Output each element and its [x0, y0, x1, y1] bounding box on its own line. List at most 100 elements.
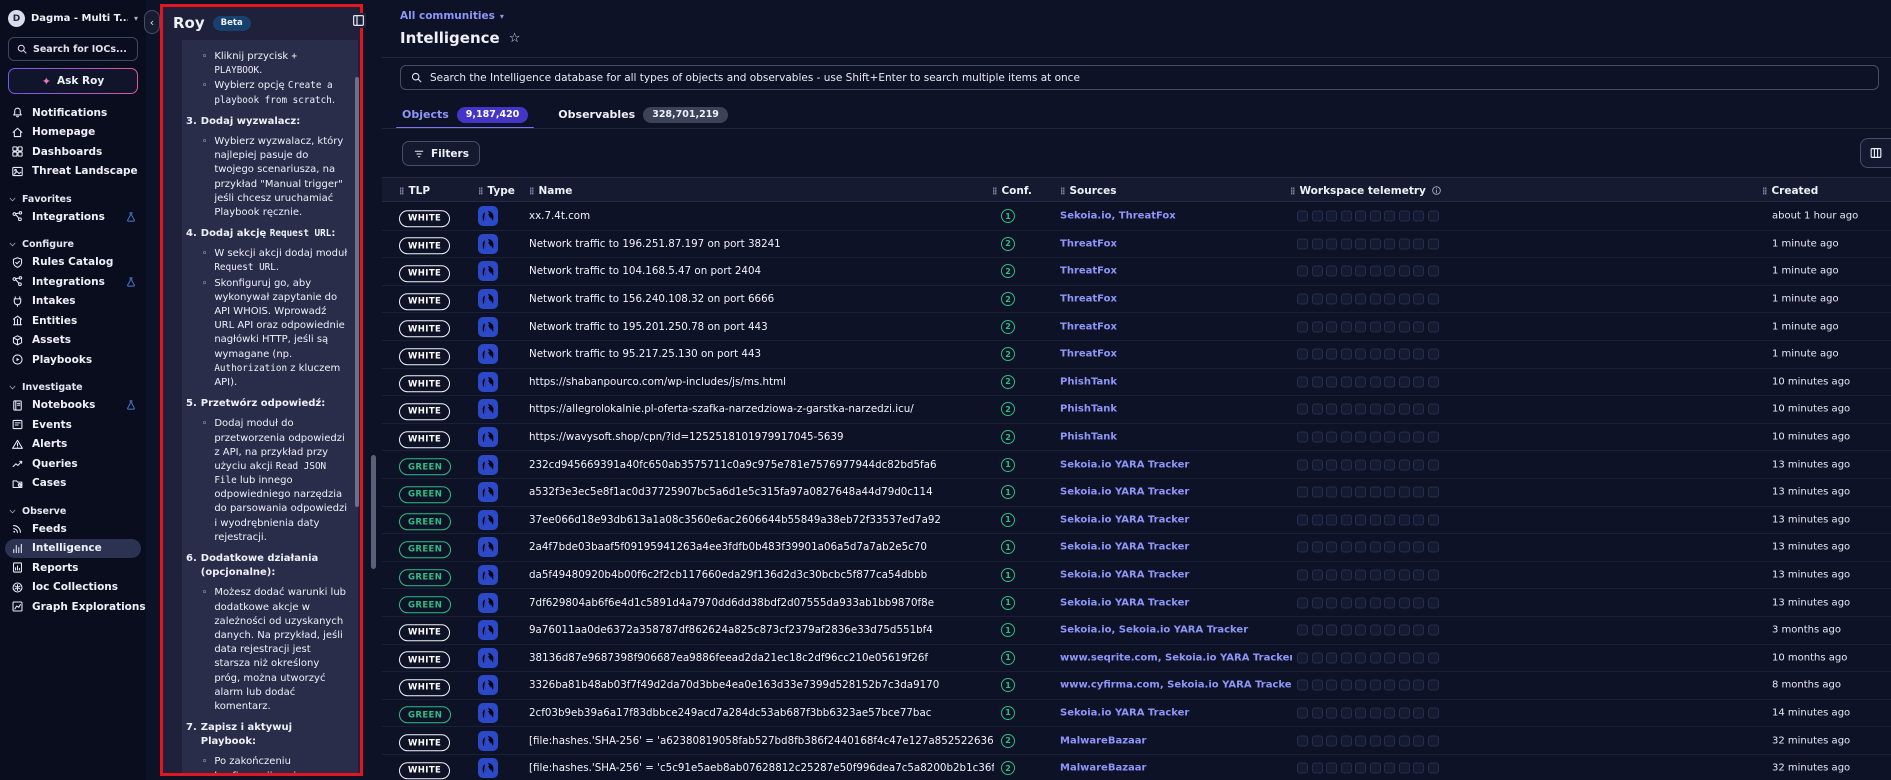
table-row[interactable]: WHITE Network traffic to 195.201.250.78 … — [382, 313, 1891, 341]
object-name-link[interactable]: [file:hashes.'SHA-256' = 'a62380819058fa… — [529, 735, 994, 747]
drag-handle-icon[interactable]: ⣿ — [992, 187, 996, 195]
table-row[interactable]: GREEN 7df629804ab6f6e4d1c5891d4a7970dd6d… — [382, 589, 1891, 617]
sidebar-item-homepage[interactable]: Homepage — [0, 123, 146, 143]
drag-handle-icon[interactable]: ⣿ — [1060, 187, 1064, 195]
sources-links[interactable]: Sekoia.io, Sekoia.io YARA Tracker — [1060, 625, 1292, 636]
sidebar-item-cases[interactable]: Cases — [0, 474, 146, 494]
roy-message-body[interactable]: ◦Kliknij przycisk + PLAYBOOK.◦Wybierz op… — [182, 40, 358, 773]
object-name-link[interactable]: Network traffic to 95.217.25.130 on port… — [529, 348, 994, 360]
sidebar-section-investigate[interactable]: Investigate — [0, 380, 146, 396]
sidebar-item-events[interactable]: Events — [0, 415, 146, 435]
filters-button[interactable]: Filters — [402, 141, 480, 166]
sources-links[interactable]: Sekoia.io YARA Tracker — [1060, 542, 1292, 553]
drag-handle-icon[interactable]: ⣿ — [1762, 187, 1766, 195]
column-header-tlp[interactable]: ⣿TLP — [399, 178, 430, 203]
sidebar-item-intakes[interactable]: Intakes — [0, 292, 146, 312]
sidebar-section-favorites[interactable]: Favorites — [0, 191, 146, 207]
object-name-link[interactable]: Network traffic to 196.251.87.197 on por… — [529, 238, 994, 250]
sources-links[interactable]: www.cyfirma.com, Sekoia.io YARA Tracker — [1060, 680, 1292, 691]
drag-handle-icon[interactable]: ⣿ — [478, 187, 482, 195]
table-row[interactable]: WHITE Network traffic to 95.217.25.130 o… — [382, 341, 1891, 369]
sources-links[interactable]: PhishTank — [1060, 404, 1292, 415]
sidebar-item-integrations[interactable]: Integrations — [0, 207, 146, 227]
sidebar-item-assets[interactable]: Assets — [0, 331, 146, 351]
sources-links[interactable]: Sekoia.io YARA Tracker — [1060, 570, 1292, 581]
object-name-link[interactable]: a532f3e3ec5e8f1ac0d37725907bc5a6d1e5c315… — [529, 486, 994, 498]
object-name-link[interactable]: da5f49480920b4b00f6c2f2cb117660eda29f136… — [529, 569, 994, 581]
table-row[interactable]: WHITE https://shabanpourco.com/wp-includ… — [382, 369, 1891, 397]
sources-links[interactable]: Sekoia.io YARA Tracker — [1060, 487, 1292, 498]
tab-observables[interactable]: Observables 328,701,219 — [556, 101, 730, 128]
drag-handle-icon[interactable]: ⣿ — [1290, 187, 1294, 195]
sources-links[interactable]: PhishTank — [1060, 432, 1292, 443]
sidebar-item-notebooks[interactable]: Notebooks — [0, 396, 146, 416]
column-header-name[interactable]: ⣿Name — [529, 178, 572, 203]
table-row[interactable]: GREEN da5f49480920b4b00f6c2f2cb117660eda… — [382, 562, 1891, 590]
object-name-link[interactable]: 2a4f7bde03baaf5f09195941263a4ee3fdfb0b48… — [529, 541, 994, 553]
drag-handle-icon[interactable]: ⣿ — [529, 187, 533, 195]
table-row[interactable]: GREEN 2cf03b9eb39a6a17f83dbbce249acd7a28… — [382, 700, 1891, 728]
intelligence-search-input[interactable]: Search the Intelligence database for all… — [400, 65, 1879, 90]
flask-icon[interactable] — [125, 276, 137, 288]
object-name-link[interactable]: Network traffic to 195.201.250.78 on por… — [529, 321, 994, 333]
sidebar-item-entities[interactable]: Entities — [0, 311, 146, 331]
sources-links[interactable]: ThreatFox — [1060, 294, 1292, 305]
sidebar-item-graph-explorations[interactable]: Graph Explorations — [0, 597, 146, 617]
sidebar-item-threat-landscape[interactable]: Threat Landscape — [0, 162, 146, 182]
sources-links[interactable]: Sekoia.io YARA Tracker — [1060, 459, 1292, 470]
sidebar-item-rules-catalog[interactable]: Rules Catalog — [0, 253, 146, 273]
flask-icon[interactable] — [125, 399, 137, 411]
object-name-link[interactable]: https://shabanpourco.com/wp-includes/js/… — [529, 376, 994, 388]
favorite-star-icon[interactable]: ☆ — [509, 31, 521, 46]
sidebar-item-alerts[interactable]: Alerts — [0, 435, 146, 455]
tab-objects[interactable]: Objects 9,187,420 — [400, 101, 530, 128]
object-name-link[interactable]: 7df629804ab6f6e4d1c5891d4a7970dd6dd38bdf… — [529, 597, 994, 609]
sidebar-item-playbooks[interactable]: Playbooks — [0, 350, 146, 370]
column-header-created[interactable]: ⣿Created — [1762, 178, 1818, 203]
object-name-link[interactable]: 37ee066d18e93db613a1a08c3560e6ac2606644b… — [529, 514, 994, 526]
object-name-link[interactable]: 232cd945669391a40fc650ab3575711c0a9c975e… — [529, 459, 994, 471]
sources-links[interactable]: Sekoia.io YARA Tracker — [1060, 597, 1292, 608]
table-row[interactable]: WHITE https://wavysoft.shop/cpn/?id=1252… — [382, 424, 1891, 452]
table-row[interactable]: GREEN 37ee066d18e93db613a1a08c3560e6ac26… — [382, 507, 1891, 535]
object-name-link[interactable]: [file:hashes.'SHA-256' = 'c5c91e5aeb8ab0… — [529, 762, 994, 774]
column-header-conf[interactable]: ⣿Conf. — [992, 178, 1032, 203]
table-row[interactable]: WHITE 3326ba81b48ab03f7f49d2da70d3bbe4ea… — [382, 672, 1891, 700]
column-header-sources[interactable]: ⣿Sources — [1060, 178, 1117, 203]
sidebar-item-integrations[interactable]: Integrations — [0, 272, 146, 292]
sources-links[interactable]: Sekoia.io YARA Tracker — [1060, 514, 1292, 525]
ioc-search-input[interactable]: Search for IOCs... — [8, 37, 138, 61]
table-row[interactable]: GREEN 232cd945669391a40fc650ab3575711c0a… — [382, 451, 1891, 479]
table-row[interactable]: WHITE xx.7.4t.com 1 Sekoia.io, ThreatFox… — [382, 203, 1891, 231]
object-name-link[interactable]: Network traffic to 104.168.5.47 on port … — [529, 265, 994, 277]
ask-roy-button[interactable]: ✦ Ask Roy — [8, 68, 138, 94]
dock-panel-icon[interactable] — [351, 13, 366, 28]
table-row[interactable]: GREEN a532f3e3ec5e8f1ac0d37725907bc5a6d1… — [382, 479, 1891, 507]
community-selector[interactable]: All communities ▾ — [400, 10, 504, 22]
table-row[interactable]: GREEN 2a4f7bde03baaf5f09195941263a4ee3fd… — [382, 534, 1891, 562]
object-name-link[interactable]: https://allegrolokalnie.pl-oferta-szafka… — [529, 403, 994, 415]
table-row[interactable]: WHITE 9a76011aa0de6372a358787df862624a82… — [382, 617, 1891, 645]
info-icon[interactable] — [1431, 185, 1442, 196]
sidebar-section-configure[interactable]: Configure — [0, 237, 146, 253]
object-name-link[interactable]: 38136d87e9687398f906687ea9886feead2da21e… — [529, 652, 994, 664]
sources-links[interactable]: ThreatFox — [1060, 266, 1292, 277]
sources-links[interactable]: MalwareBazaar — [1060, 735, 1292, 746]
sidebar-item-queries[interactable]: Queries — [0, 454, 146, 474]
drag-handle-icon[interactable]: ⣿ — [399, 187, 403, 195]
sidebar-section-observe[interactable]: Observe — [0, 503, 146, 519]
sources-links[interactable]: Sekoia.io YARA Tracker — [1060, 707, 1292, 718]
object-name-link[interactable]: xx.7.4t.com — [529, 210, 994, 222]
sidebar-item-dashboards[interactable]: Dashboards — [0, 142, 146, 162]
table-row[interactable]: WHITE Network traffic to 196.251.87.197 … — [382, 231, 1891, 259]
roy-scrollbar-thumb[interactable] — [355, 77, 359, 507]
table-row[interactable]: WHITE 38136d87e9687398f906687ea9886feead… — [382, 645, 1891, 673]
sidebar-item-intelligence[interactable]: Intelligence — [5, 539, 141, 559]
column-header-type[interactable]: ⣿Type — [478, 178, 515, 203]
sidebar-item-notifications[interactable]: Notifications — [0, 103, 146, 123]
sidebar-item-reports[interactable]: Reports — [0, 558, 146, 578]
table-row[interactable]: WHITE [file:hashes.'SHA-256' = 'c5c91e5a… — [382, 755, 1891, 780]
object-name-link[interactable]: Network traffic to 156.240.108.32 on por… — [529, 293, 994, 305]
collapse-panel-button[interactable]: ‹ — [144, 10, 160, 34]
main-scrollbar-thumb[interactable] — [371, 455, 376, 569]
